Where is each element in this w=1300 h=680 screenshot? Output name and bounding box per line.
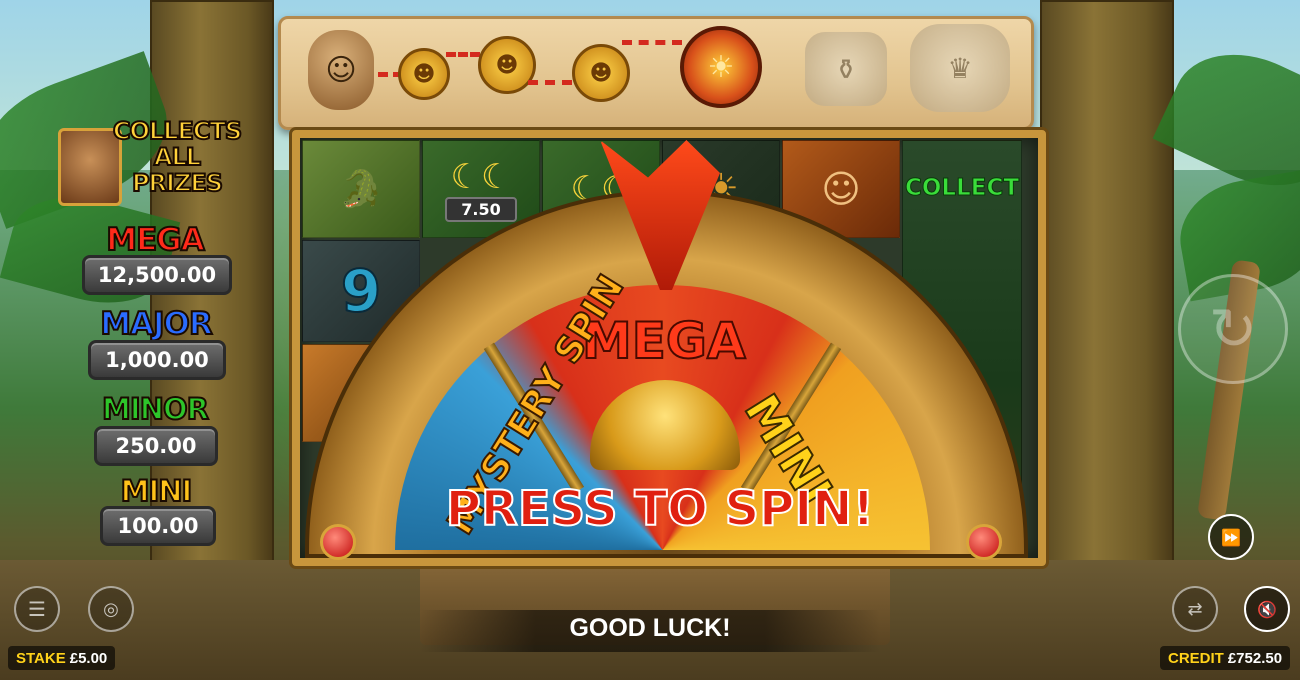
reel-symbol-crocodile: 🐊 xyxy=(302,140,420,238)
collect-all-line: COLLECTS xyxy=(112,117,243,145)
stake-label: STAKE xyxy=(16,649,66,667)
jackpot-major-label: MAJOR xyxy=(99,305,214,343)
nine-symbol: 9 xyxy=(340,256,382,326)
collect-label: COLLECT xyxy=(904,175,1020,202)
credit-value: £752.50 xyxy=(1227,649,1283,667)
spin-button[interactable]: ↻ xyxy=(1178,274,1288,384)
explorer-icon: ☺ xyxy=(308,30,374,110)
credit-display: CREDIT £752.50 xyxy=(1160,646,1291,670)
press-to-spin-button[interactable]: PRESS TO SPIN! xyxy=(440,474,880,544)
jackpot-mega-value: 12,500.00 xyxy=(82,255,232,295)
spin-arrow-icon: ↻ xyxy=(1208,295,1258,363)
wheel-gem-right xyxy=(966,524,1002,560)
jackpot-mini-value: 100.00 xyxy=(100,506,216,546)
bananas-value: 7.50 xyxy=(445,196,517,222)
gold-idol-icon: ☻ xyxy=(398,48,450,100)
gold-idol-icon: ☻ xyxy=(478,36,536,94)
gold-idol-icon: ☻ xyxy=(572,44,630,102)
gorilla-king-icon: ♛ xyxy=(910,24,1010,112)
coins-icon: ◎ xyxy=(103,598,119,620)
mute-icon: 🔇 xyxy=(1257,599,1277,619)
collect-all-title: COLLECTS ALL PRIZES xyxy=(112,117,243,197)
autoplay-icon: ⇄ xyxy=(1187,598,1203,620)
jackpot-minor-label: MINOR xyxy=(101,391,210,427)
hamburger-icon: ☰ xyxy=(28,597,46,621)
stake-button[interactable]: ◎ xyxy=(88,586,134,632)
collect-all-line: ALL xyxy=(153,143,202,171)
jackpot-mega-label: MEGA xyxy=(105,221,205,259)
jackpot-major-value: 1,000.00 xyxy=(88,340,226,380)
fast-forward-icon: ⏩ xyxy=(1221,527,1241,547)
banana-icon: ☾☾ xyxy=(450,156,512,197)
wheel-gem-left xyxy=(320,524,356,560)
right-ruin-pillar xyxy=(1040,0,1174,564)
trail-dash xyxy=(446,52,480,57)
jackpot-minor-value: 250.00 xyxy=(94,426,218,466)
credit-label: CREDIT xyxy=(1168,649,1224,667)
collect-all-line: PRIZES xyxy=(131,169,224,197)
status-message: GOOD LUCK! xyxy=(569,614,731,642)
jackpot-mini-label: MINI xyxy=(120,473,194,509)
trail-dash xyxy=(622,40,682,45)
stake-value: £5.00 xyxy=(69,649,108,667)
menu-button[interactable]: ☰ xyxy=(14,586,60,632)
sun-medallion-icon: ☀ xyxy=(680,26,762,108)
treasure-pot-icon: ⚱ xyxy=(805,32,887,106)
trail-dash xyxy=(528,80,572,85)
autoplay-button[interactable]: ⇄ xyxy=(1172,586,1218,632)
turbo-button[interactable]: ⏩ xyxy=(1208,514,1254,560)
sound-toggle-button[interactable]: 🔇 xyxy=(1244,586,1290,632)
stake-display: STAKE £5.00 xyxy=(8,646,116,670)
